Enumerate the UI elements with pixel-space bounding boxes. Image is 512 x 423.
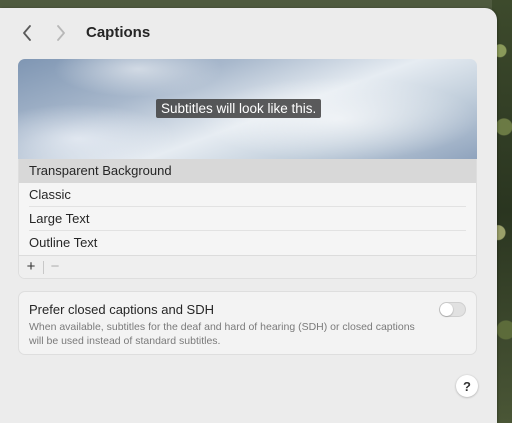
add-style-button[interactable]: + bbox=[23, 257, 39, 277]
caption-preview: Subtitles will look like this. bbox=[18, 59, 477, 159]
help-button[interactable]: ? bbox=[456, 375, 478, 397]
list-item-large-text[interactable]: Large Text bbox=[19, 207, 476, 231]
forward-button[interactable] bbox=[52, 22, 70, 44]
list-item-transparent-background[interactable]: Transparent Background bbox=[19, 159, 476, 183]
list-footer: + − bbox=[19, 255, 476, 278]
page-title: Captions bbox=[86, 24, 151, 41]
back-button[interactable] bbox=[18, 22, 36, 44]
chevron-left-icon bbox=[23, 25, 31, 41]
sdh-setting-description: When available, subtitles for the deaf a… bbox=[29, 321, 415, 347]
sdh-setting-row: Prefer closed captions and SDH When avai… bbox=[18, 291, 477, 355]
caption-preview-text: Subtitles will look like this. bbox=[156, 99, 322, 118]
list-item-outline-text[interactable]: Outline Text bbox=[19, 231, 476, 255]
divider bbox=[43, 261, 44, 274]
chevron-right-icon bbox=[57, 25, 65, 41]
toggle-knob bbox=[440, 303, 453, 316]
settings-window: Captions Subtitles will look like this. … bbox=[0, 8, 497, 423]
caption-style-list: Transparent Background Classic Large Tex… bbox=[18, 159, 477, 279]
sdh-toggle[interactable] bbox=[439, 302, 466, 317]
remove-style-button[interactable]: − bbox=[47, 257, 63, 277]
sdh-setting-label: Prefer closed captions and SDH bbox=[29, 302, 214, 317]
toolbar: Captions bbox=[0, 8, 497, 56]
list-item-classic[interactable]: Classic bbox=[19, 183, 476, 207]
